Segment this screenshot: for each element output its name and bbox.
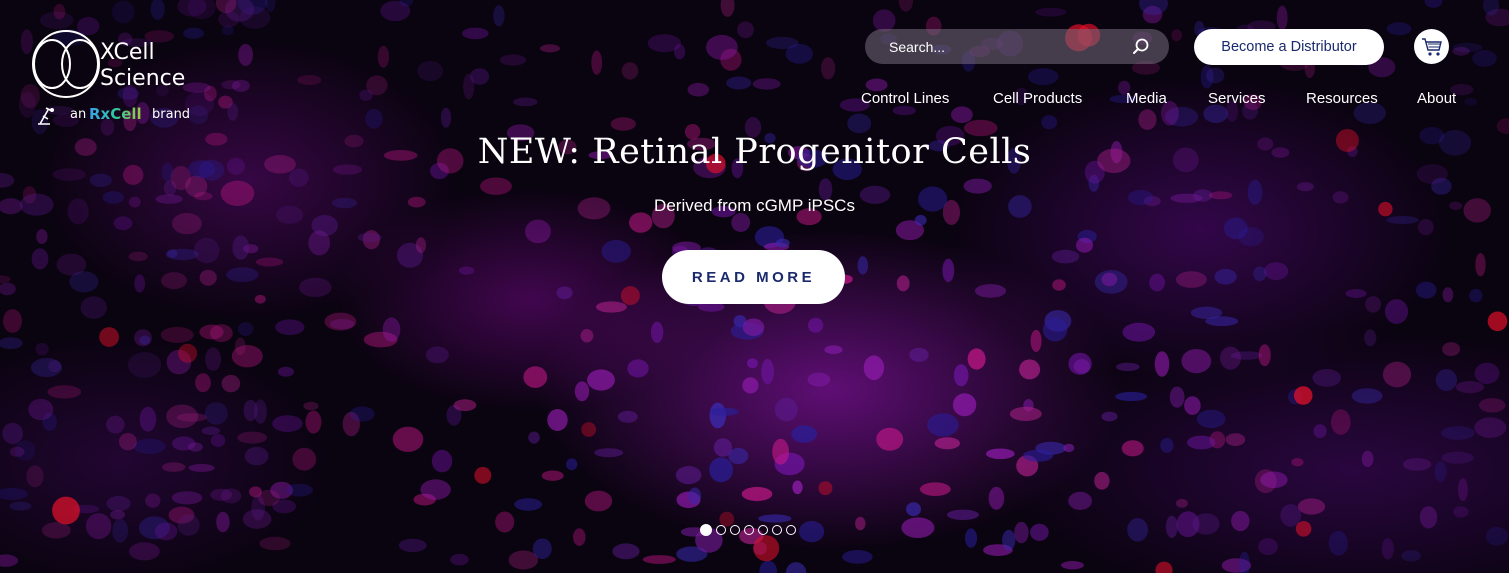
site-logo[interactable]: XCell Science an RxCell brand (30, 28, 210, 132)
brand-prefix: an (70, 107, 87, 122)
nav-services[interactable]: Services (1208, 90, 1266, 107)
cart-button[interactable] (1414, 29, 1449, 64)
search-box (865, 29, 1169, 64)
slider-dot[interactable] (730, 525, 740, 535)
logo-brand-line: an RxCell brand (34, 104, 214, 126)
nav-cell-products[interactable]: Cell Products (993, 90, 1082, 107)
hero-subtitle: Derived from cGMP iPSCs (654, 196, 855, 215)
slider-dot[interactable] (786, 525, 796, 535)
logo-wordmark: XCell Science (100, 40, 185, 92)
slider-dot[interactable] (716, 525, 726, 535)
brand-name: RxCell (89, 105, 142, 123)
slider-pagination (700, 524, 796, 537)
microscope-icon (38, 107, 54, 125)
search-icon[interactable] (1131, 37, 1151, 57)
logo-mark-icon (32, 30, 100, 98)
logo-line-1: XCell (100, 40, 155, 65)
read-more-button[interactable]: READ MORE (662, 250, 845, 304)
logo-line-2: Science (100, 66, 186, 91)
nav-about[interactable]: About (1417, 90, 1456, 107)
slider-dot[interactable] (772, 525, 782, 535)
slider-dot[interactable] (700, 524, 712, 536)
hero-title-text: NEW: Retinal Progenitor Cells (477, 132, 1032, 172)
slider-dot[interactable] (744, 525, 754, 535)
become-distributor-button[interactable]: Become a Distributor (1194, 29, 1384, 65)
cart-icon (1421, 37, 1442, 56)
hero-title: NEW: Retinal Progenitor Cells (0, 132, 1509, 172)
hero-banner: XCell Science an RxCell brand Become a D… (0, 0, 1509, 573)
nav-control-lines[interactable]: Control Lines (861, 90, 949, 107)
nav-media[interactable]: Media (1126, 90, 1167, 107)
search-input[interactable] (889, 37, 1119, 57)
brand-suffix: brand (152, 107, 191, 122)
nav-resources[interactable]: Resources (1306, 90, 1378, 107)
slider-dot[interactable] (758, 525, 768, 535)
